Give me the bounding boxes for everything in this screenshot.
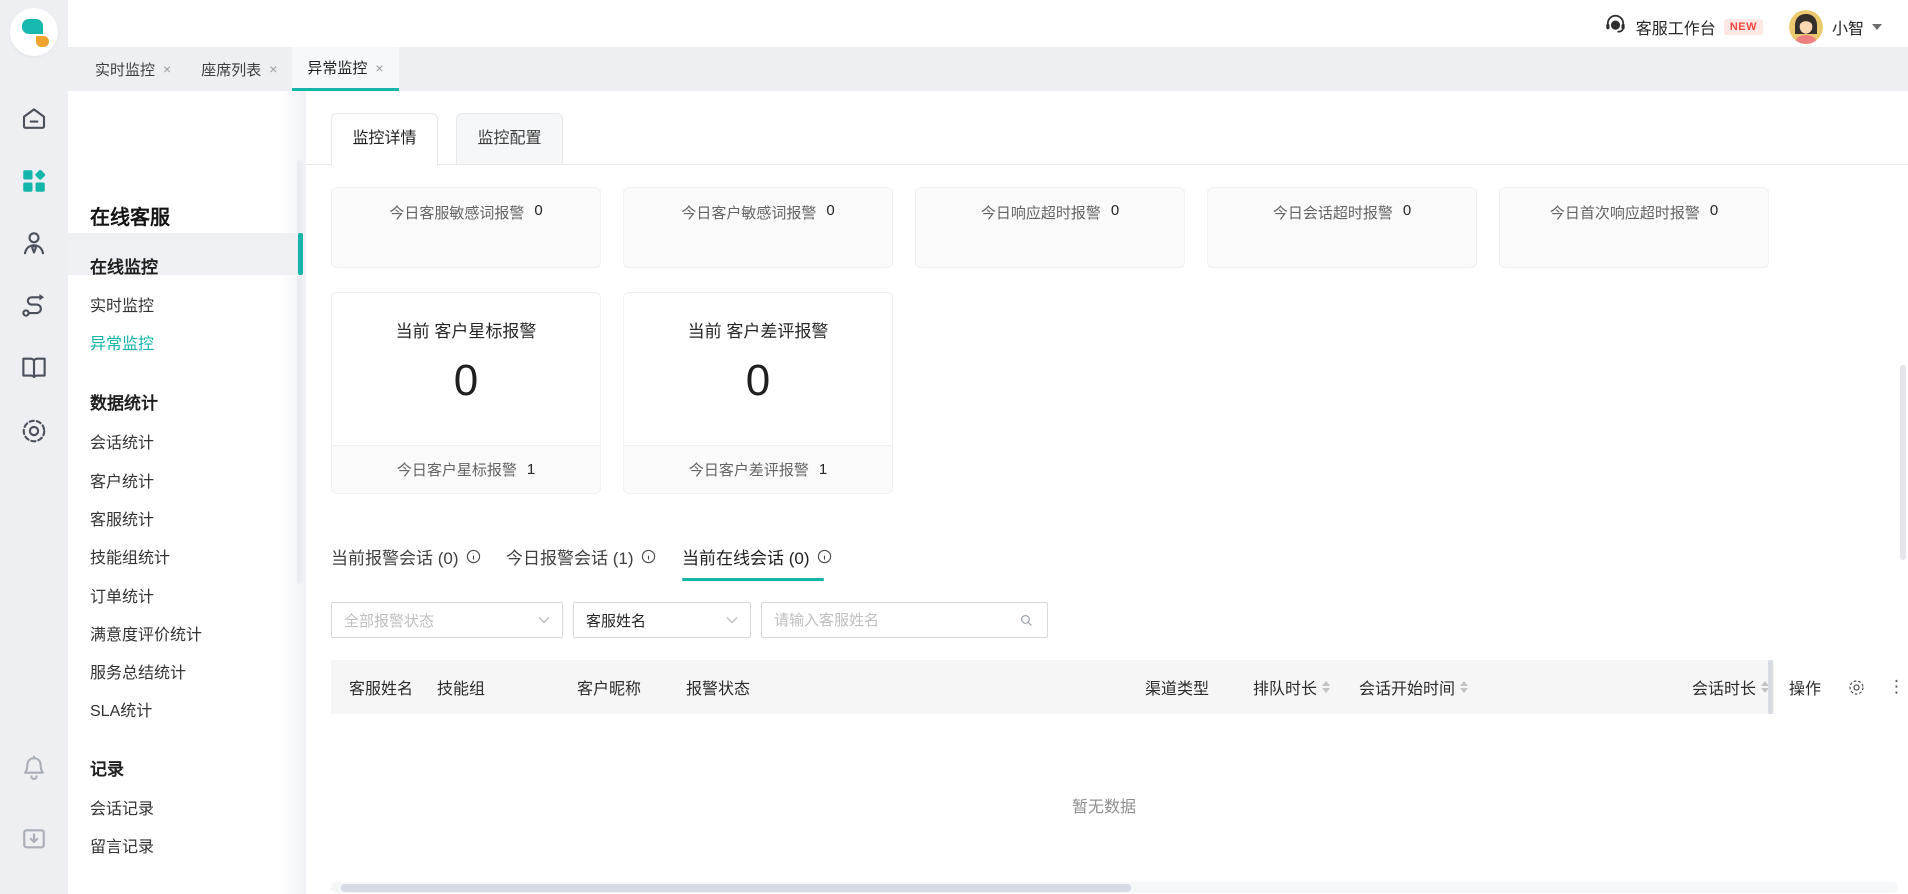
tab-today-alarm-sessions[interactable]: 今日报警会话 (1) (506, 544, 657, 569)
empty-state-text: 暂无数据 (1071, 799, 1137, 816)
card-value: 0 (745, 356, 771, 405)
sidebar-item-customer-stats[interactable]: 客户统计 (90, 472, 154, 494)
col-session-duration[interactable]: 会话时长 (1692, 660, 1770, 714)
col-channel-type[interactable]: 渠道类型 (1145, 660, 1209, 714)
stat-card: 今日客服敏感词报警 0 (331, 187, 601, 268)
icon-rail (0, 0, 68, 894)
nav-group-data-stats: 数据统计 (90, 394, 158, 413)
fixed-column-divider (1768, 660, 1773, 714)
sidebar-item-realtime-monitor[interactable]: 实时监控 (90, 296, 154, 318)
page-tab-strip: 实时监控 × 座席列表 × 异常监控 × (68, 47, 1908, 91)
chevron-down-icon (726, 616, 738, 624)
workbench-link[interactable]: 客服工作台 (1636, 15, 1716, 39)
sort-icon[interactable] (1460, 681, 1469, 693)
sidebar-item-agent-stats[interactable]: 客服统计 (90, 510, 154, 532)
info-icon[interactable] (640, 548, 657, 565)
sort-icon[interactable] (1322, 681, 1331, 693)
sidebar-item-abnormal-monitor[interactable]: 异常监控 (90, 334, 154, 356)
col-agent-name[interactable]: 客服姓名 (349, 660, 413, 714)
dashboard-grid-icon[interactable] (19, 166, 49, 196)
logo-orange-shape (36, 36, 49, 47)
alarm-status-select[interactable]: 全部报警状态 (331, 602, 563, 638)
search-field-select[interactable]: 客服姓名 (573, 602, 751, 638)
sidebar-item-sla-stats[interactable]: SLA统计 (90, 701, 152, 723)
chevron-down-icon[interactable] (1872, 23, 1882, 30)
current-alarm-cards: 当前 客户星标报警 0 今日客户星标报警 1 当前 客户差评报警 0 今日客户差评… (331, 292, 893, 494)
sidebar-item-satisfaction-stats[interactable]: 满意度评价统计 (90, 625, 202, 647)
top-header: 客服工作台 NEW 小智 (68, 0, 1908, 47)
stat-card: 今日客户敏感词报警 0 (623, 187, 893, 268)
card-value: 0 (453, 356, 479, 405)
user-avatar[interactable] (1788, 9, 1823, 44)
headset-icon (1603, 12, 1628, 42)
nav-group-online-monitor: 在线监控 (90, 258, 158, 277)
tab-realtime-monitor[interactable]: 实时监控 × (80, 47, 186, 91)
nav-group-records: 记录 (90, 760, 124, 779)
more-icon[interactable]: ⋮ (1888, 677, 1905, 697)
close-icon[interactable]: × (375, 60, 383, 76)
sidebar-item-skillgroup-stats[interactable]: 技能组统计 (90, 548, 170, 570)
col-alarm-status[interactable]: 报警状态 (686, 660, 750, 714)
card-title: 当前 客户差评报警 (687, 322, 829, 341)
user-name[interactable]: 小智 (1832, 15, 1864, 39)
nav-scrollbar[interactable] (297, 160, 303, 584)
info-icon[interactable] (465, 548, 482, 565)
agent-name-search-input[interactable] (774, 611, 1018, 629)
col-session-start-time[interactable]: 会话开始时间 (1359, 660, 1469, 714)
nav-title: 在线客服 (90, 207, 170, 229)
monitor-tab-bar: 监控详情 监控配置 (306, 113, 1908, 166)
sidebar-item-order-stats[interactable]: 订单统计 (90, 587, 154, 609)
download-tray-icon[interactable] (19, 824, 49, 854)
search-icon[interactable] (1018, 612, 1035, 629)
close-icon[interactable]: × (269, 61, 277, 77)
col-skill-group[interactable]: 技能组 (437, 660, 485, 714)
agent-person-icon[interactable] (19, 228, 49, 258)
col-customer-nickname[interactable]: 客户昵称 (577, 660, 641, 714)
tab-monitor-detail[interactable]: 监控详情 (331, 113, 438, 166)
home-icon[interactable] (19, 104, 49, 134)
tab-abnormal-monitor[interactable]: 异常监控 × (292, 47, 399, 91)
tab-monitor-config[interactable]: 监控配置 (456, 113, 563, 165)
stat-card: 今日会话超时报警 0 (1207, 187, 1477, 268)
logo-teal-shape (22, 19, 43, 34)
new-badge: NEW (1723, 18, 1763, 35)
vertical-scrollbar-thumb[interactable] (1900, 365, 1906, 560)
notification-bell-icon[interactable] (19, 753, 49, 783)
info-icon[interactable] (816, 548, 833, 565)
app-logo[interactable] (10, 8, 58, 56)
table-header-fixed: 操作 ⋮ (1774, 660, 1908, 714)
app-window: 客服工作台 NEW 小智 实时监控 × 座席列表 × 异常监控 × 在线客服 在… (0, 0, 1908, 894)
agent-name-search (761, 602, 1048, 638)
bad-review-alarm-card: 当前 客户差评报警 0 今日客户差评报警 1 (623, 292, 893, 494)
tab-current-alarm-sessions[interactable]: 当前报警会话 (0) (331, 544, 482, 569)
knowledge-book-icon[interactable] (19, 353, 49, 383)
close-icon[interactable]: × (163, 61, 171, 77)
stat-card: 今日首次响应超时报警 0 (1499, 187, 1769, 268)
chevron-down-icon (538, 616, 550, 624)
tab-current-online-sessions[interactable]: 当前在线会话 (0) (682, 544, 833, 569)
active-indicator-bar (298, 233, 303, 275)
sidebar-nav: 在线客服 在线监控 实时监控 异常监控 数据统计 会话统计 客户统计 客服统计 … (68, 91, 306, 894)
sidebar-item-message-records[interactable]: 留言记录 (90, 837, 154, 859)
settings-gear-icon[interactable] (19, 416, 49, 446)
active-tab-underline (682, 578, 824, 581)
table-header: 客服姓名 技能组 客户昵称 报警状态 渠道类型 排队时长 会话开始时间 会话时长 (331, 660, 1774, 714)
col-action: 操作 (1789, 681, 1822, 698)
star-alarm-card: 当前 客户星标报警 0 今日客户星标报警 1 (331, 292, 601, 494)
card-title: 当前 客户星标报警 (395, 322, 537, 341)
stat-card: 今日响应超时报警 0 (915, 187, 1185, 268)
sidebar-item-session-stats[interactable]: 会话统计 (90, 433, 154, 455)
sidebar-item-service-summary-stats[interactable]: 服务总结统计 (90, 663, 186, 685)
col-queue-duration[interactable]: 排队时长 (1253, 660, 1331, 714)
tab-agent-list[interactable]: 座席列表 × (186, 47, 292, 91)
sidebar-item-session-records[interactable]: 会话记录 (90, 799, 154, 821)
today-alarm-stat-cards: 今日客服敏感词报警 0 今日客户敏感词报警 0 今日响应超时报警 0 今日会话超时报警… (331, 187, 1769, 268)
column-settings-gear-icon[interactable] (1847, 678, 1866, 697)
horizontal-scrollbar-thumb[interactable] (341, 884, 1131, 892)
route-icon[interactable] (19, 291, 49, 321)
